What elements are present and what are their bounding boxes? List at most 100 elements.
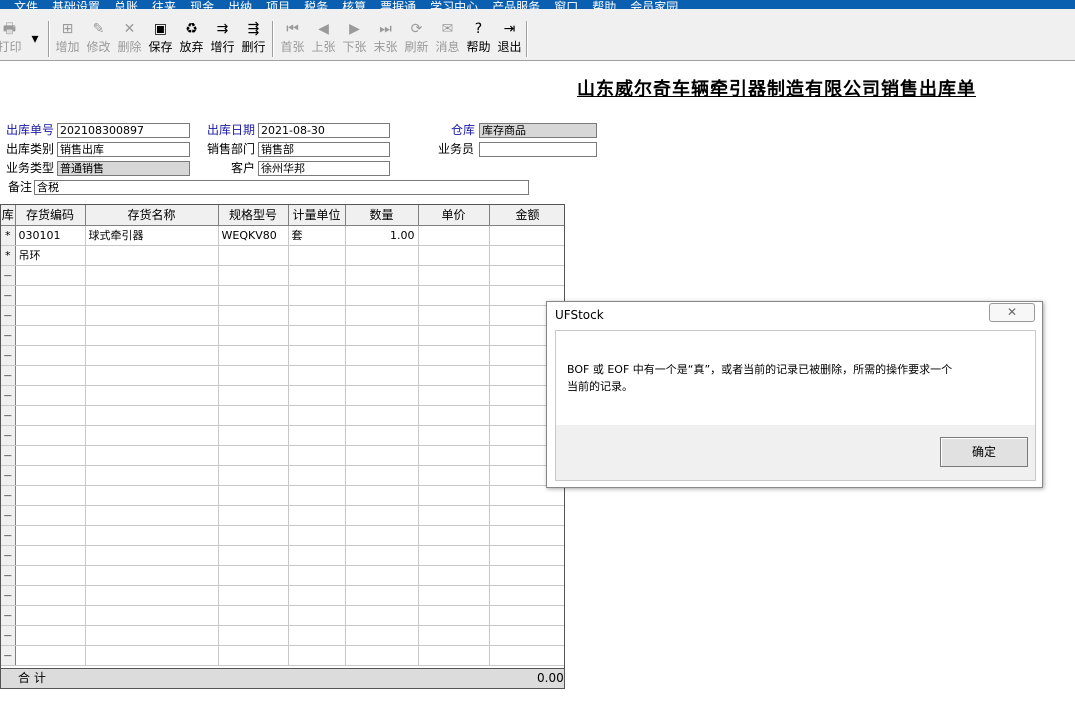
empty-cell[interactable]	[218, 385, 289, 406]
menu-item[interactable]: 总账	[114, 1, 138, 9]
empty-cell[interactable]	[489, 565, 564, 586]
add-row-button[interactable]: ⇉ 增行	[207, 19, 238, 67]
empty-cell[interactable]	[345, 465, 419, 486]
empty-cell[interactable]	[85, 545, 219, 566]
discard-button[interactable]: ♻ 放弃	[176, 19, 207, 67]
empty-cell[interactable]	[345, 445, 419, 466]
empty-cell[interactable]	[345, 265, 419, 286]
empty-cell[interactable]	[345, 405, 419, 426]
biz-type-field[interactable]: 普通销售	[57, 161, 190, 176]
empty-cell[interactable]	[288, 625, 346, 646]
dept-field[interactable]: 销售部	[258, 142, 390, 157]
last-button[interactable]: ⏭ 末张	[370, 19, 401, 67]
menu-item[interactable]: 出纳	[228, 1, 252, 9]
exit-button[interactable]: ⇥ 退出	[494, 19, 525, 67]
menu-item[interactable]: 窗口	[554, 1, 578, 9]
menu-item[interactable]: 基础设置	[52, 1, 100, 9]
salesman-field[interactable]	[479, 142, 597, 157]
empty-cell[interactable]	[85, 305, 219, 326]
add-button[interactable]: ⊞ 增加	[52, 19, 83, 67]
date-field[interactable]: 2021-08-30	[258, 123, 390, 138]
empty-cell[interactable]	[218, 545, 289, 566]
empty-row[interactable]: —	[1, 365, 564, 386]
empty-cell[interactable]	[218, 645, 289, 666]
cell-price[interactable]	[418, 225, 490, 246]
empty-cell[interactable]	[288, 605, 346, 626]
empty-cell[interactable]	[418, 545, 490, 566]
cell-qty[interactable]	[345, 245, 419, 266]
empty-cell[interactable]	[85, 565, 219, 586]
empty-cell[interactable]	[489, 585, 564, 606]
empty-cell[interactable]	[288, 465, 346, 486]
empty-cell[interactable]	[288, 565, 346, 586]
first-button[interactable]: ⏮ 首张	[277, 19, 308, 67]
menu-item[interactable]: 会员家园	[630, 1, 678, 9]
empty-cell[interactable]	[218, 365, 289, 386]
empty-row[interactable]: —	[1, 625, 564, 646]
empty-cell[interactable]	[85, 265, 219, 286]
empty-cell[interactable]	[288, 445, 346, 466]
empty-row[interactable]: —	[1, 645, 564, 666]
ok-button[interactable]: 确定	[940, 437, 1028, 467]
empty-cell[interactable]	[85, 645, 219, 666]
empty-cell[interactable]	[489, 545, 564, 566]
dialog-close-button[interactable]: ✕	[989, 303, 1035, 322]
cell-code[interactable]: 吊环	[15, 245, 86, 266]
empty-cell[interactable]	[418, 505, 490, 526]
empty-cell[interactable]	[15, 325, 86, 346]
menu-item[interactable]: 税务	[304, 1, 328, 9]
menu-item[interactable]: 文件	[14, 1, 38, 9]
delete-button[interactable]: ✕ 删除	[114, 19, 145, 67]
empty-cell[interactable]	[15, 465, 86, 486]
empty-cell[interactable]	[345, 485, 419, 506]
empty-cell[interactable]	[218, 285, 289, 306]
cell-unit[interactable]	[288, 245, 346, 266]
empty-cell[interactable]	[288, 525, 346, 546]
empty-cell[interactable]	[345, 325, 419, 346]
empty-cell[interactable]	[85, 485, 219, 506]
empty-cell[interactable]	[345, 425, 419, 446]
empty-row[interactable]: —	[1, 525, 564, 546]
empty-cell[interactable]	[345, 645, 419, 666]
empty-row[interactable]: —	[1, 485, 564, 506]
message-button[interactable]: ✉ 消息	[432, 19, 463, 67]
empty-cell[interactable]	[218, 325, 289, 346]
cell-qty[interactable]: 1.00	[345, 225, 419, 246]
empty-cell[interactable]	[418, 465, 490, 486]
print-button[interactable]: 🖶 打印	[0, 19, 25, 67]
empty-cell[interactable]	[418, 625, 490, 646]
save-button[interactable]: ▣ 保存	[145, 19, 176, 67]
cell-price[interactable]	[418, 245, 490, 266]
col-header-amount[interactable]: 金额	[489, 205, 564, 226]
empty-cell[interactable]	[218, 345, 289, 366]
doc-no-field[interactable]: 202108300897	[57, 123, 190, 138]
empty-cell[interactable]	[345, 505, 419, 526]
help-button[interactable]: ? 帮助	[463, 19, 494, 67]
empty-row[interactable]: —	[1, 605, 564, 626]
menu-item[interactable]: 票据通	[380, 1, 416, 9]
customer-field[interactable]: 徐州华邦	[258, 161, 390, 176]
menu-item[interactable]: 项目	[266, 1, 290, 9]
empty-cell[interactable]	[489, 605, 564, 626]
empty-cell[interactable]	[218, 525, 289, 546]
empty-row[interactable]: —	[1, 305, 564, 326]
empty-cell[interactable]	[15, 285, 86, 306]
col-header-spec[interactable]: 规格型号	[218, 205, 289, 226]
empty-row[interactable]: —	[1, 505, 564, 526]
empty-cell[interactable]	[288, 385, 346, 406]
cell-amount[interactable]	[489, 225, 564, 246]
empty-cell[interactable]	[85, 525, 219, 546]
empty-cell[interactable]	[489, 505, 564, 526]
empty-row[interactable]: —	[1, 445, 564, 466]
empty-cell[interactable]	[218, 485, 289, 506]
empty-cell[interactable]	[85, 405, 219, 426]
empty-cell[interactable]	[288, 305, 346, 326]
empty-cell[interactable]	[15, 365, 86, 386]
empty-row[interactable]: —	[1, 465, 564, 486]
empty-cell[interactable]	[15, 385, 86, 406]
empty-cell[interactable]	[418, 485, 490, 506]
empty-cell[interactable]	[345, 345, 419, 366]
empty-cell[interactable]	[85, 365, 219, 386]
empty-cell[interactable]	[85, 585, 219, 606]
empty-cell[interactable]	[489, 265, 564, 286]
